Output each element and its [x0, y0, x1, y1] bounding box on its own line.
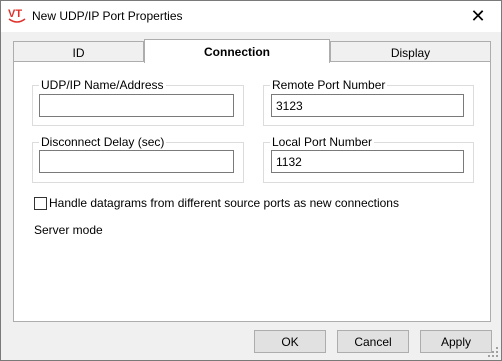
logo-text: VT — [8, 8, 22, 20]
remote-port-label: Remote Port Number — [270, 78, 388, 92]
cancel-button[interactable]: Cancel — [337, 330, 409, 353]
ok-button[interactable]: OK — [254, 330, 326, 353]
tab-display-label: Display — [390, 45, 431, 60]
remote-port-input[interactable] — [271, 94, 464, 117]
handle-datagrams-label[interactable]: Handle datagrams from different source p… — [49, 196, 399, 210]
handle-datagrams-checkbox[interactable] — [34, 197, 47, 210]
apply-button[interactable]: Apply — [420, 330, 492, 353]
window-title: New UDP/IP Port Properties — [32, 9, 183, 23]
resize-grip-icon[interactable] — [487, 346, 499, 358]
disconnect-delay-label: Disconnect Delay (sec) — [39, 135, 167, 149]
udp-name-label: UDP/IP Name/Address — [39, 78, 166, 92]
title-bar: VT New UDP/IP Port Properties ✕ — [1, 1, 501, 32]
local-port-label: Local Port Number — [270, 135, 375, 149]
udp-name-input[interactable] — [39, 94, 234, 117]
tab-id[interactable]: ID — [13, 41, 144, 63]
close-icon: ✕ — [470, 6, 486, 26]
vt-logo-icon: VT — [8, 8, 26, 23]
close-button[interactable]: ✕ — [455, 1, 501, 32]
dialog-window: VT New UDP/IP Port Properties ✕ ID Conne… — [0, 0, 502, 361]
tab-id-label: ID — [72, 45, 85, 60]
local-port-input[interactable] — [271, 150, 464, 173]
tab-connection[interactable]: Connection — [144, 39, 330, 63]
server-mode-label: Server mode — [34, 223, 103, 237]
connection-panel: UDP/IP Name/Address Remote Port Number D… — [13, 61, 491, 322]
tab-connection-label: Connection — [204, 44, 270, 59]
tab-display[interactable]: Display — [330, 41, 491, 63]
disconnect-delay-input[interactable] — [39, 150, 234, 173]
